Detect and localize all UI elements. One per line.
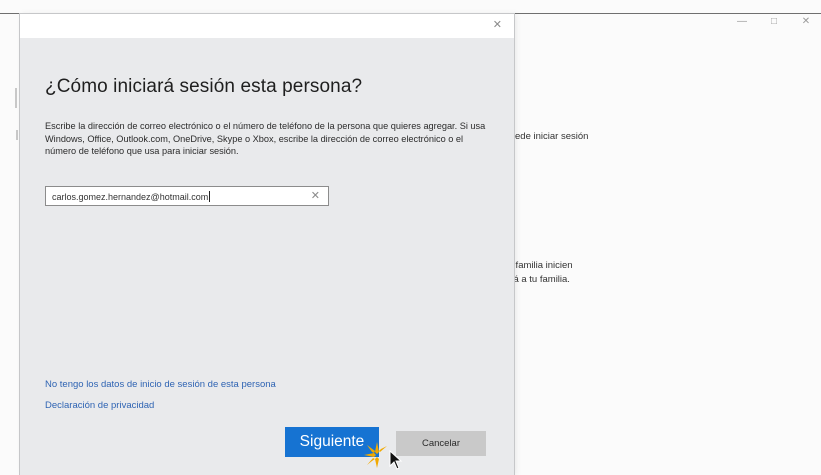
- no-signin-info-link[interactable]: No tengo los datos de inicio de sesión d…: [45, 379, 276, 390]
- clear-text-icon[interactable]: ✕: [311, 189, 320, 202]
- dialog-title: ¿Cómo iniciará sesión esta persona?: [45, 76, 363, 97]
- background-divider: [16, 130, 18, 140]
- background-text-family: tu familia inicien: [505, 260, 573, 271]
- background-window-border: [515, 13, 821, 14]
- text-caret: [209, 191, 211, 202]
- background-divider: [15, 88, 17, 108]
- dialog-description: Escribe la dirección de correo electróni…: [45, 121, 486, 157]
- add-person-dialog: ✕ ¿Cómo iniciará sesión esta persona? Es…: [20, 14, 514, 475]
- background-window-controls: — □ ✕: [737, 16, 811, 27]
- maximize-icon[interactable]: □: [769, 16, 779, 27]
- background-window-border-left: [0, 13, 22, 14]
- email-input-value: carlos.gomez.hernandez@hotmail.com: [52, 191, 211, 202]
- background-text-family-2: ará a tu familia.: [505, 274, 570, 285]
- minimize-icon[interactable]: —: [737, 16, 747, 27]
- mouse-cursor-icon: [389, 450, 403, 470]
- close-window-icon[interactable]: ✕: [801, 16, 811, 27]
- dialog-titlebar: ✕: [20, 14, 514, 38]
- cancel-button[interactable]: Cancelar: [396, 431, 486, 456]
- background-text-signin: ede iniciar sesión: [515, 131, 589, 142]
- email-input[interactable]: carlos.gomez.hernandez@hotmail.com ✕: [45, 186, 329, 206]
- close-icon[interactable]: ✕: [493, 18, 502, 31]
- privacy-statement-link[interactable]: Declaración de privacidad: [45, 400, 154, 411]
